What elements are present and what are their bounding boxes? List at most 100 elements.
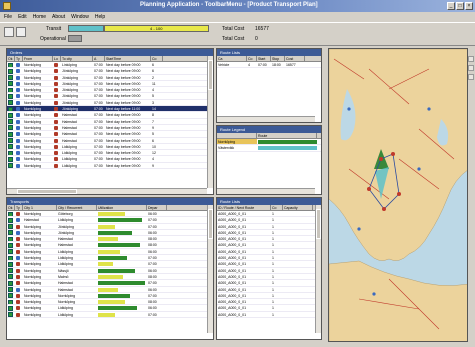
orders-col-to[interactable]: To city: [61, 56, 93, 61]
scroll-thumb[interactable]: [208, 209, 213, 239]
minimize-icon[interactable]: _: [447, 2, 455, 10]
checkbox-icon[interactable]: [8, 100, 13, 106]
transports-scrollbar[interactable]: [207, 205, 213, 333]
orders-hscrollbar[interactable]: [7, 188, 207, 194]
checkbox-icon[interactable]: [8, 112, 13, 118]
menu-item-help[interactable]: Help: [95, 14, 105, 20]
checkbox-icon[interactable]: [8, 87, 13, 93]
zoom-out-icon[interactable]: [468, 65, 474, 71]
order-check[interactable]: [7, 106, 15, 112]
transport-check[interactable]: [7, 287, 15, 292]
order-check[interactable]: [7, 100, 15, 106]
transports-col[interactable]: City 1: [23, 205, 57, 210]
scroll-thumb[interactable]: [316, 209, 321, 239]
vehicles-col[interactable]: Cost: [285, 56, 305, 61]
checkbox-icon[interactable]: [8, 287, 13, 292]
pan-icon[interactable]: [468, 74, 474, 80]
close-icon[interactable]: ×: [465, 2, 473, 10]
transport-check[interactable]: [7, 261, 15, 267]
order-check[interactable]: [7, 68, 15, 74]
order-check[interactable]: [7, 93, 15, 99]
city-marker[interactable]: [357, 227, 361, 231]
transports-col[interactable]: City / Recurrent: [57, 205, 97, 210]
order-check[interactable]: [7, 125, 15, 131]
vehicle-row[interactable]: Vehicle 4 07:00 18:00 16577: [217, 62, 321, 69]
checkbox-icon[interactable]: [8, 249, 13, 255]
checkbox-icon[interactable]: [8, 138, 13, 143]
order-check[interactable]: [7, 131, 15, 137]
checkbox-icon[interactable]: [8, 131, 13, 137]
checkbox-icon[interactable]: [8, 93, 13, 99]
checkbox-icon[interactable]: [8, 62, 13, 68]
map-canvas[interactable]: [329, 49, 468, 342]
legend-row[interactable]: Västervikk: [217, 145, 321, 152]
open-icon[interactable]: [4, 27, 14, 37]
checkbox-icon[interactable]: [8, 75, 13, 80]
city-marker[interactable]: [391, 152, 395, 156]
transports-col[interactable]: Ok: [7, 205, 15, 210]
city-marker[interactable]: [372, 292, 376, 296]
checkbox-icon[interactable]: [8, 217, 13, 223]
routelist-col[interactable]: Capacity: [283, 205, 313, 210]
checkbox-icon[interactable]: [8, 242, 13, 248]
orders-col-from[interactable]: From: [23, 56, 53, 61]
maximize-icon[interactable]: □: [456, 2, 464, 10]
orders-col-start[interactable]: StartTime: [105, 56, 151, 61]
orders-col-co[interactable]: Co: [151, 56, 163, 61]
checkbox-icon[interactable]: [8, 119, 13, 124]
run-icon[interactable]: [16, 27, 26, 37]
transport-check[interactable]: [7, 293, 15, 299]
order-check[interactable]: [7, 112, 15, 118]
routelist-col[interactable]: ID / Route / Next Route: [217, 205, 271, 210]
transport-check[interactable]: [7, 211, 15, 217]
order-check[interactable]: [7, 163, 15, 169]
legend-col[interactable]: [217, 133, 257, 138]
orders-col-ok[interactable]: Ok: [7, 56, 15, 61]
menu-item-file[interactable]: File: [4, 14, 12, 20]
menu-item-about[interactable]: About: [52, 14, 65, 20]
order-row[interactable]: Norrköping Lidköping 07:00 Next day before …: [7, 163, 213, 170]
checkbox-icon[interactable]: [8, 156, 13, 162]
order-check[interactable]: [7, 81, 15, 87]
checkbox-icon[interactable]: [8, 106, 13, 112]
transport-check[interactable]: [7, 299, 15, 305]
checkbox-icon[interactable]: [8, 236, 13, 242]
checkbox-icon[interactable]: [8, 230, 13, 236]
transport-check[interactable]: [7, 242, 15, 248]
order-check[interactable]: [7, 150, 15, 156]
order-check[interactable]: [7, 119, 15, 124]
routelist-scrollbar[interactable]: [315, 205, 321, 333]
transports-col[interactable]: Depar: [147, 205, 167, 210]
checkbox-icon[interactable]: [8, 81, 13, 87]
orders-scrollbar[interactable]: [207, 56, 213, 188]
order-check[interactable]: [7, 62, 15, 68]
checkbox-icon[interactable]: [8, 211, 13, 217]
checkbox-icon[interactable]: [8, 144, 13, 150]
zoom-in-icon[interactable]: [468, 56, 474, 62]
city-marker[interactable]: [367, 187, 371, 191]
menu-item-home[interactable]: Home: [33, 14, 46, 20]
menu-item-window[interactable]: Window: [71, 14, 89, 20]
transport-check[interactable]: [7, 280, 15, 286]
city-marker[interactable]: [379, 157, 383, 161]
transport-check[interactable]: [7, 305, 15, 311]
transport-check[interactable]: [7, 236, 15, 242]
legend-hscrollbar[interactable]: [217, 188, 315, 194]
checkbox-icon[interactable]: [8, 261, 13, 267]
vehicles-col[interactable]: Ca: [217, 56, 247, 61]
transport-check[interactable]: [7, 274, 15, 280]
city-marker[interactable]: [347, 107, 351, 111]
transport-check[interactable]: [7, 255, 15, 261]
transports-col[interactable]: Ty: [15, 205, 23, 210]
checkbox-icon[interactable]: [8, 305, 13, 311]
scroll-thumb[interactable]: [17, 189, 77, 194]
vehicles-hscrollbar[interactable]: [217, 116, 315, 122]
orders-col-ty[interactable]: Ty: [15, 56, 23, 61]
transport-check[interactable]: [7, 230, 15, 236]
checkbox-icon[interactable]: [8, 312, 13, 318]
transport-check[interactable]: [7, 268, 15, 273]
city-marker[interactable]: [397, 192, 401, 196]
order-check[interactable]: [7, 156, 15, 162]
orders-col-lo[interactable]: Lo: [53, 56, 61, 61]
order-check[interactable]: [7, 87, 15, 93]
